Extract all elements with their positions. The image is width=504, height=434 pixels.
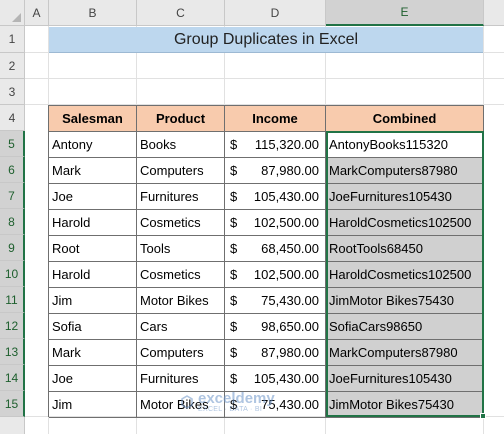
product-cell[interactable]: Books [137, 132, 225, 158]
income-cell[interactable]: $105,430.00 [225, 366, 326, 392]
currency-symbol: $ [230, 397, 238, 412]
row-header-8[interactable]: 8 [0, 209, 25, 235]
currency-symbol: $ [230, 319, 238, 334]
row-header-5[interactable]: 5 [0, 131, 25, 157]
row-header-10[interactable]: 10 [0, 261, 25, 287]
combined-cell[interactable]: JoeFurnitures105430 [326, 184, 484, 210]
income-value: 68,450.00 [261, 241, 319, 256]
currency-symbol: $ [230, 267, 238, 282]
income-value: 75,430.00 [261, 397, 319, 412]
income-cell[interactable]: $87,980.00 [225, 158, 326, 184]
salesman-cell[interactable]: Harold [49, 262, 137, 288]
row-header-14[interactable]: 14 [0, 365, 25, 391]
combined-cell[interactable]: MarkComputers87980 [326, 340, 484, 366]
income-cell[interactable]: $105,430.00 [225, 184, 326, 210]
income-value: 87,980.00 [261, 345, 319, 360]
column-header-d[interactable]: D [225, 0, 326, 26]
row-header-2[interactable]: 2 [0, 53, 25, 79]
income-value: 102,500.00 [253, 267, 319, 282]
salesman-cell[interactable]: Joe [49, 184, 137, 210]
income-value: 98,650.00 [261, 319, 319, 334]
product-cell[interactable]: Computers [137, 340, 225, 366]
select-all-corner[interactable] [0, 0, 25, 26]
combined-cell[interactable]: JimMotor Bikes75430 [326, 392, 484, 418]
currency-symbol: $ [230, 215, 238, 230]
product-cell[interactable]: Motor Bikes [137, 288, 225, 314]
income-cell[interactable]: $75,430.00 [225, 392, 326, 418]
combined-cell[interactable]: MarkComputers87980 [326, 158, 484, 184]
product-cell[interactable]: Cosmetics [137, 210, 225, 236]
header-combined[interactable]: Combined [326, 106, 484, 132]
income-value: 102,500.00 [253, 215, 319, 230]
gridline [25, 78, 504, 79]
combined-cell[interactable]: HaroldCosmetics102500 [326, 210, 484, 236]
column-header-a[interactable]: A [25, 0, 49, 26]
product-cell[interactable]: Motor Bikes [137, 392, 225, 418]
salesman-cell[interactable]: Sofia [49, 314, 137, 340]
row-header-9[interactable]: 9 [0, 235, 25, 261]
row-header-7[interactable]: 7 [0, 183, 25, 209]
product-cell[interactable]: Tools [137, 236, 225, 262]
income-value: 105,430.00 [253, 189, 319, 204]
row-header-13[interactable]: 13 [0, 339, 25, 365]
income-value: 87,980.00 [261, 163, 319, 178]
row-header-15[interactable]: 15 [0, 391, 25, 417]
combined-cell[interactable]: JimMotor Bikes75430 [326, 288, 484, 314]
income-cell[interactable]: $87,980.00 [225, 340, 326, 366]
income-cell[interactable]: $98,650.00 [225, 314, 326, 340]
salesman-cell[interactable]: Jim [49, 288, 137, 314]
row-header-4[interactable]: 4 [0, 105, 25, 131]
combined-cell[interactable]: HaroldCosmetics102500 [326, 262, 484, 288]
row-header-6[interactable]: 6 [0, 157, 25, 183]
income-cell[interactable]: $68,450.00 [225, 236, 326, 262]
combined-cell-active[interactable]: AntonyBooks115320 [326, 132, 484, 158]
salesman-cell[interactable]: Root [49, 236, 137, 262]
product-cell[interactable]: Furnitures [137, 184, 225, 210]
currency-symbol: $ [230, 241, 238, 256]
income-cell[interactable]: $75,430.00 [225, 288, 326, 314]
row-header-1[interactable]: 1 [0, 26, 25, 53]
column-header-f[interactable] [484, 0, 504, 26]
currency-symbol: $ [230, 345, 238, 360]
combined-cell[interactable]: JoeFurnitures105430 [326, 366, 484, 392]
row-header-11[interactable]: 11 [0, 287, 25, 313]
income-value: 115,320.00 [254, 137, 319, 152]
column-header-b[interactable]: B [49, 0, 137, 26]
currency-symbol: $ [230, 189, 238, 204]
combined-cell[interactable]: SofiaCars98650 [326, 314, 484, 340]
product-cell[interactable]: Furnitures [137, 366, 225, 392]
product-cell[interactable]: Computers [137, 158, 225, 184]
row-header-16[interactable] [0, 417, 25, 434]
product-cell[interactable]: Cars [137, 314, 225, 340]
row-header-3[interactable]: 3 [0, 79, 25, 105]
product-cell[interactable]: Cosmetics [137, 262, 225, 288]
column-header-c[interactable]: C [137, 0, 225, 26]
sheet-title[interactable]: Group Duplicates in Excel [49, 27, 483, 53]
salesman-cell[interactable]: Mark [49, 340, 137, 366]
combined-cell[interactable]: RootTools68450 [326, 236, 484, 262]
income-cell[interactable]: $102,500.00 [225, 262, 326, 288]
salesman-cell[interactable]: Harold [49, 210, 137, 236]
currency-symbol: $ [230, 371, 238, 386]
salesman-cell[interactable]: Joe [49, 366, 137, 392]
row-header-12[interactable]: 12 [0, 313, 25, 339]
data-table: Salesman Product Income Combined Antony … [48, 105, 484, 418]
salesman-cell[interactable]: Jim [49, 392, 137, 418]
currency-symbol: $ [230, 293, 238, 308]
currency-symbol: $ [230, 137, 238, 152]
income-value: 105,430.00 [253, 371, 319, 386]
header-product[interactable]: Product [137, 106, 225, 132]
header-income[interactable]: Income [225, 106, 326, 132]
header-salesman[interactable]: Salesman [49, 106, 137, 132]
column-header-e[interactable]: E [326, 0, 484, 26]
currency-symbol: $ [230, 163, 238, 178]
salesman-cell[interactable]: Antony [49, 132, 137, 158]
salesman-cell[interactable]: Mark [49, 158, 137, 184]
fill-handle[interactable] [480, 413, 486, 419]
income-value: 75,430.00 [261, 293, 319, 308]
income-cell[interactable]: $115,320.00 [225, 132, 326, 158]
income-cell[interactable]: $102,500.00 [225, 210, 326, 236]
